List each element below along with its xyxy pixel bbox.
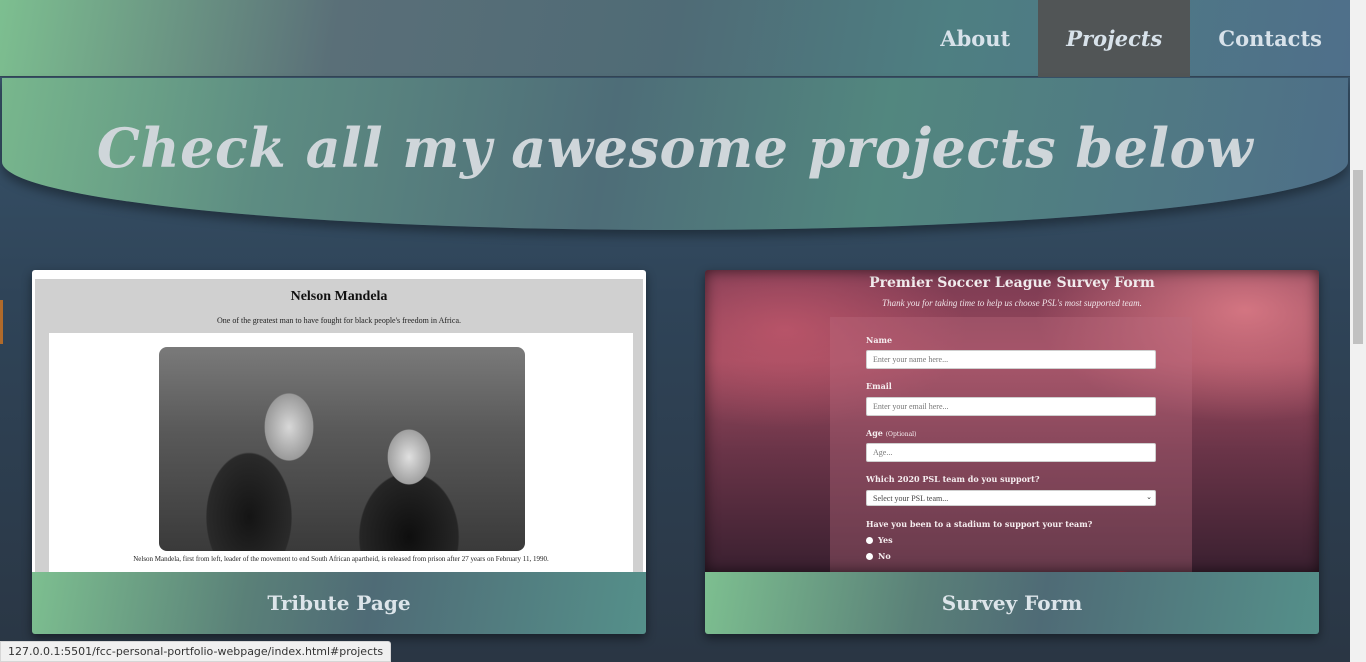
page-title: Check all my awesome projects below (96, 116, 1254, 180)
nav-link-about[interactable]: About (912, 0, 1038, 77)
nav-list: About Projects Contacts (912, 0, 1350, 77)
radio-no-label: No (878, 551, 891, 561)
project-caption-tribute[interactable]: Tribute Page (32, 572, 646, 634)
team-select: Select your PSL team... ⌄ (866, 490, 1156, 506)
chevron-down-icon: ⌄ (1146, 493, 1152, 501)
email-label: Email (866, 381, 892, 391)
email-field: Enter your email here... (866, 397, 1156, 416)
vertical-scrollbar[interactable] (1350, 0, 1366, 662)
nav-link-projects[interactable]: Projects (1038, 0, 1191, 77)
projects-header: Check all my awesome projects below (2, 78, 1348, 230)
tribute-photo-caption: Nelson Mandela, first from left, leader … (133, 555, 549, 563)
mandela-photo (159, 347, 525, 551)
project-card-tribute[interactable]: Nelson Mandela One of the greatest man t… (32, 270, 646, 634)
age-field: Age... (866, 443, 1156, 462)
survey-preview: Premier Soccer League Survey Form Thank … (705, 270, 1319, 572)
survey-title: Premier Soccer League Survey Form (869, 275, 1155, 291)
name-label: Name (866, 335, 893, 345)
name-field: Enter your name here... (866, 350, 1156, 369)
status-bar-url: 127.0.0.1:5501/fcc-personal-portfolio-we… (0, 641, 392, 662)
stadium-label: Have you been to a stadium to support yo… (866, 519, 1093, 529)
tribute-title: Nelson Mandela (290, 289, 388, 304)
survey-subtitle: Thank you for taking time to help us cho… (882, 298, 1142, 308)
radio-dot-icon (866, 536, 873, 544)
project-thumbnail-tribute[interactable]: Nelson Mandela One of the greatest man t… (32, 270, 646, 572)
tribute-subtitle: One of the greatest man to have fought f… (216, 316, 462, 325)
radio-no: No (866, 551, 891, 561)
radio-yes: Yes (866, 535, 893, 545)
age-optional-text: (Optional) (885, 431, 917, 438)
project-caption-survey[interactable]: Survey Form (705, 572, 1319, 634)
radio-yes-label: Yes (878, 535, 893, 545)
scrollbar-thumb[interactable] (1353, 170, 1363, 344)
team-label: Which 2020 PSL team do you support? (866, 474, 1040, 484)
tribute-frame: Nelson Mandela One of the greatest man t… (35, 279, 643, 572)
nav-link-contacts[interactable]: Contacts (1190, 0, 1350, 77)
survey-form: PSL Name Enter your name here... Email E… (830, 317, 1192, 572)
psl-logo: PSL (1040, 557, 1191, 572)
age-label: Age (Optional) (866, 428, 916, 438)
edge-marker (0, 300, 3, 344)
tribute-preview: Nelson Mandela One of the greatest man t… (32, 270, 646, 572)
navbar: About Projects Contacts (0, 0, 1350, 77)
team-select-value: Select your PSL team... (873, 494, 949, 503)
radio-dot-icon (866, 552, 873, 560)
tribute-content: Nelson Mandela, first from left, leader … (49, 333, 633, 572)
project-thumbnail-survey[interactable]: Premier Soccer League Survey Form Thank … (705, 270, 1319, 572)
age-label-text: Age (866, 428, 883, 438)
project-card-survey[interactable]: Premier Soccer League Survey Form Thank … (705, 270, 1319, 634)
